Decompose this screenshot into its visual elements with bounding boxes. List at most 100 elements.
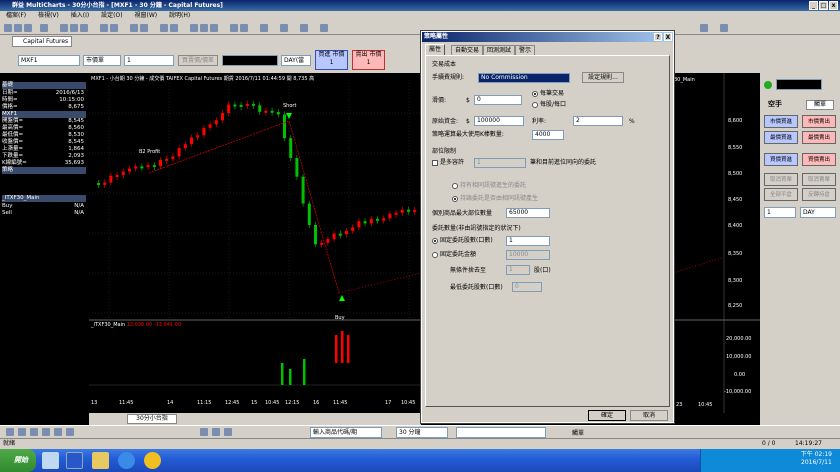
- capital-input[interactable]: 100000: [474, 116, 524, 126]
- bid-buy-button[interactable]: 買價買進: [764, 153, 798, 166]
- period-select[interactable]: DAY(當: [281, 55, 311, 66]
- tab-auto-trading[interactable]: 自動交易: [451, 45, 484, 55]
- cut-icon[interactable]: [60, 24, 68, 32]
- same-signal-radio[interactable]: [452, 183, 458, 189]
- rect-tool-icon[interactable]: [212, 428, 220, 436]
- template-select[interactable]: [456, 427, 546, 438]
- set-rule-button[interactable]: 設定規則...: [582, 72, 624, 83]
- menu-settings[interactable]: 設定(O): [101, 12, 122, 19]
- slippage-input[interactable]: 0: [474, 95, 522, 105]
- price-type-select[interactable]: 市價單: [83, 55, 121, 66]
- trade-mode-toggle[interactable]: 觸單: [806, 100, 834, 110]
- start-button[interactable]: 開始: [0, 449, 36, 472]
- best-buy-button[interactable]: 最價買進: [764, 131, 798, 144]
- text-tool-icon[interactable]: [200, 428, 208, 436]
- per-trade-radio[interactable]: [532, 91, 538, 97]
- copy-icon[interactable]: [70, 24, 78, 32]
- layout-icon[interactable]: [720, 24, 728, 32]
- fixed-contracts-input[interactable]: 1: [506, 236, 550, 246]
- tab-capital-futures[interactable]: Capital Futures: [12, 36, 72, 47]
- fixed-amount-radio[interactable]: [432, 252, 438, 258]
- cancel-buy-button[interactable]: 取消買單: [764, 173, 798, 186]
- best-sell-button[interactable]: 最價賣出: [802, 131, 836, 144]
- maxbars-input[interactable]: 4000: [532, 130, 564, 140]
- sheet-tab[interactable]: 30分小台指: [127, 414, 177, 424]
- symbol-search-input[interactable]: 輸入商品代碼/期: [310, 427, 382, 438]
- menu-insert[interactable]: 插入(I): [71, 12, 89, 19]
- ray-tool-icon[interactable]: [18, 428, 26, 436]
- menu-view[interactable]: 檢視(V): [38, 12, 59, 19]
- strategy-icon[interactable]: [170, 24, 178, 32]
- buy-market-button[interactable]: 買進 市價 1: [315, 50, 348, 70]
- market-sell-button[interactable]: 市價賣出: [802, 115, 836, 128]
- qty-input[interactable]: 1: [124, 55, 174, 66]
- zoom-in-icon[interactable]: [130, 24, 138, 32]
- pyramid-input[interactable]: 1: [474, 158, 526, 168]
- account-dropdown[interactable]: [776, 79, 822, 90]
- line-tool-icon[interactable]: [6, 428, 14, 436]
- any-signal-radio[interactable]: [452, 196, 458, 202]
- order-mode-label[interactable]: 觸單: [572, 428, 584, 437]
- cancel-button[interactable]: 取消: [630, 410, 668, 421]
- account-icon[interactable]: [700, 24, 708, 32]
- hline-tool-icon[interactable]: [30, 428, 38, 436]
- fixed-amount-input[interactable]: 10000: [506, 250, 550, 260]
- price-chart-right[interactable]: 30_Main 8,600 8,550 8,500 8,450 8,400 8,…: [672, 73, 760, 413]
- interval-select[interactable]: 30 分鐘: [396, 427, 448, 438]
- fib-tool-icon[interactable]: [54, 428, 62, 436]
- quote-icon[interactable]: [110, 24, 118, 32]
- per-contract-radio[interactable]: [532, 102, 538, 108]
- multicharts-icon[interactable]: [144, 452, 161, 469]
- bid-ask-button[interactable]: 買賣價/價差: [178, 55, 218, 66]
- flatten-button[interactable]: 全部平倉: [764, 188, 798, 201]
- clock[interactable]: 下午 02:19 2016/7/11: [801, 451, 832, 467]
- powershell-icon[interactable]: [66, 452, 83, 469]
- commission-select[interactable]: No Commission: [478, 73, 570, 83]
- maximize-button[interactable]: □: [819, 1, 828, 10]
- panel-qty-input[interactable]: 1: [764, 207, 796, 218]
- sell-market-button[interactable]: 賣出 市價 1: [352, 50, 385, 70]
- minimize-button[interactable]: _: [809, 1, 818, 10]
- panel-period-select[interactable]: DAY: [800, 207, 836, 218]
- gann-tool-icon[interactable]: [66, 428, 74, 436]
- maxshares-input[interactable]: 65000: [506, 208, 550, 218]
- settings-icon[interactable]: [280, 24, 288, 32]
- cancel-sell-button[interactable]: 取消賣單: [802, 173, 836, 186]
- close-button[interactable]: x: [829, 1, 838, 10]
- fixed-contracts-radio[interactable]: [432, 238, 438, 244]
- price-chart[interactable]: MXF1 - 小台期 30 分鐘 - 成交價 TAIFEX Capital Fu…: [89, 73, 421, 413]
- tab-backtest[interactable]: 回測測試: [483, 45, 516, 55]
- symbol-input[interactable]: MXF1: [18, 55, 80, 66]
- menu-window[interactable]: 視窗(W): [134, 12, 157, 19]
- fib-icon[interactable]: [240, 24, 248, 32]
- help-icon[interactable]: ?: [654, 33, 662, 41]
- text-icon[interactable]: [260, 24, 268, 32]
- paste-icon[interactable]: [80, 24, 88, 32]
- open-icon[interactable]: [14, 24, 22, 32]
- refresh-icon[interactable]: [300, 24, 308, 32]
- menu-help[interactable]: 說明(H): [169, 12, 190, 19]
- zoom-out-icon[interactable]: [140, 24, 148, 32]
- chart-icon[interactable]: [100, 24, 108, 32]
- channel-tool-icon[interactable]: [42, 428, 50, 436]
- arrow-icon[interactable]: [190, 24, 198, 32]
- save-icon[interactable]: [24, 24, 32, 32]
- print-icon[interactable]: [40, 24, 48, 32]
- market-buy-button[interactable]: 市價買進: [764, 115, 798, 128]
- close-icon[interactable]: X: [664, 33, 672, 41]
- crosshair-icon[interactable]: [200, 24, 208, 32]
- folder-icon[interactable]: [92, 452, 109, 469]
- ok-button[interactable]: 確定: [588, 410, 626, 421]
- round-input[interactable]: 1: [506, 265, 530, 275]
- ie-icon[interactable]: [118, 452, 135, 469]
- reverse-button[interactable]: 反轉持倉: [802, 188, 836, 201]
- line-icon[interactable]: [210, 24, 218, 32]
- explorer-icon[interactable]: [42, 452, 59, 469]
- interest-input[interactable]: 2: [573, 116, 623, 126]
- help-icon[interactable]: [320, 24, 328, 32]
- indicator-icon[interactable]: [160, 24, 168, 32]
- new-icon[interactable]: [4, 24, 12, 32]
- min-input[interactable]: 0: [512, 282, 542, 292]
- menu-file[interactable]: 檔案(F): [6, 12, 26, 19]
- tab-alerts[interactable]: 警示: [515, 45, 536, 55]
